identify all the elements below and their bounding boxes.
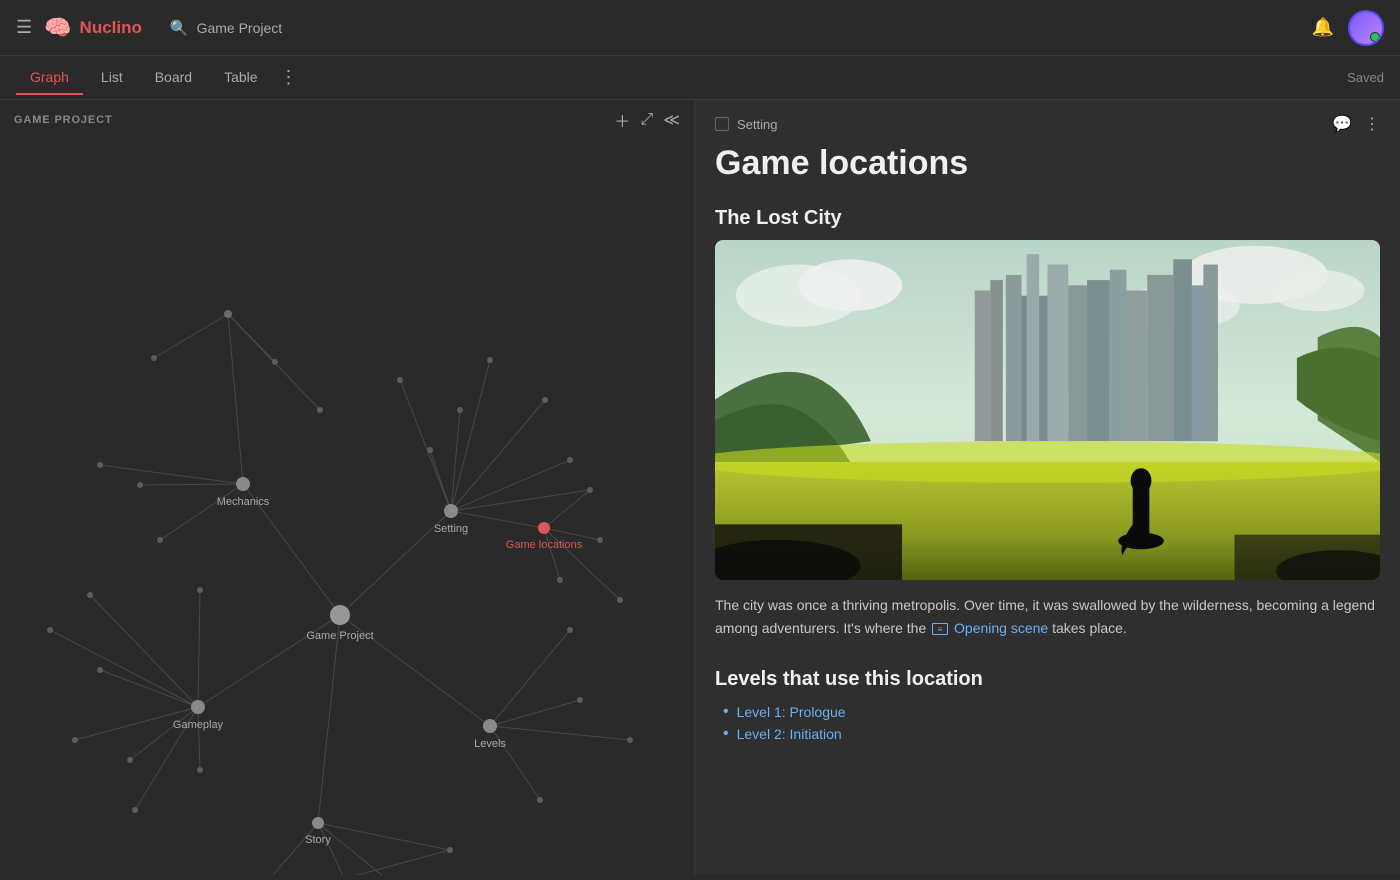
graph-node[interactable]: [132, 807, 138, 813]
svg-text:Game Project: Game Project: [306, 630, 373, 642]
more-options-icon[interactable]: ⋮: [1364, 114, 1380, 134]
tab-graph[interactable]: Graph: [16, 61, 83, 95]
topbar: ☰ 🧠 Nuclino 🔍 Game Project 🔔: [0, 0, 1400, 56]
graph-node[interactable]: [617, 597, 623, 603]
svg-text:Setting: Setting: [434, 523, 468, 535]
graph-node[interactable]: [317, 407, 323, 413]
tab-list[interactable]: List: [87, 61, 137, 95]
setting-checkbox[interactable]: [715, 117, 729, 131]
menu-icon[interactable]: ☰: [16, 17, 32, 38]
graph-actions: ＋ ⤢ ≪: [614, 108, 680, 132]
graph-node[interactable]: [137, 482, 143, 488]
svg-text:Mechanics: Mechanics: [217, 496, 270, 508]
graph-node[interactable]: [567, 457, 573, 463]
graph-node[interactable]: [87, 592, 93, 598]
opening-scene-link[interactable]: Opening scene: [954, 620, 1048, 636]
logo[interactable]: 🧠 Nuclino: [44, 15, 142, 41]
graph-node[interactable]: Game Project: [306, 605, 373, 642]
main-content: GAME PROJECT ＋ ⤢ ≪ Game Project Mechanics…: [0, 100, 1400, 875]
lost-city-image: [715, 240, 1380, 580]
tab-table[interactable]: Table: [210, 61, 271, 95]
graph-node[interactable]: [272, 359, 278, 365]
graph-node[interactable]: [197, 767, 203, 773]
graph-node[interactable]: Game locations: [506, 522, 583, 551]
search-icon: 🔍: [170, 19, 189, 37]
graph-node[interactable]: [97, 462, 103, 468]
graph-node[interactable]: [557, 577, 563, 583]
levels-list: Level 1: PrologueLevel 2: Initiation: [695, 701, 1400, 755]
graph-node[interactable]: [577, 697, 583, 703]
search-text: Game Project: [197, 20, 283, 36]
graph-node[interactable]: [487, 357, 493, 363]
graph-node[interactable]: [197, 587, 203, 593]
graph-node[interactable]: [127, 757, 133, 763]
graph-node[interactable]: [587, 487, 593, 493]
graph-node[interactable]: [151, 355, 157, 361]
section1-title: The Lost City: [695, 193, 1400, 240]
graph-canvas[interactable]: Game Project Mechanics Setting Game locatio…: [0, 140, 694, 875]
graph-svg: Game Project Mechanics Setting Game locatio…: [0, 140, 694, 875]
navtabs: Graph List Board Table ⋮ Saved: [0, 56, 1400, 100]
graph-project-label: GAME PROJECT: [14, 114, 113, 126]
graph-header: GAME PROJECT ＋ ⤢ ≪: [0, 100, 694, 140]
detail-panel: Setting 💬 ⋮ Game locations The Lost City: [695, 100, 1400, 875]
svg-text:Levels: Levels: [474, 738, 506, 750]
tab-board[interactable]: Board: [141, 61, 206, 95]
doc-link-icon: ≡: [932, 623, 948, 635]
graph-node[interactable]: [542, 397, 548, 403]
graph-node[interactable]: [447, 847, 453, 853]
detail-header: Setting 💬 ⋮: [695, 100, 1400, 144]
graph-node[interactable]: [627, 737, 633, 743]
app-name: Nuclino: [80, 18, 142, 38]
svg-text:Game locations: Game locations: [506, 539, 583, 551]
graph-node[interactable]: [157, 537, 163, 543]
list-item[interactable]: Level 2: Initiation: [723, 723, 1380, 745]
graph-node[interactable]: [47, 627, 53, 633]
graph-node[interactable]: [457, 407, 463, 413]
page-title: Game locations: [695, 144, 1400, 193]
svg-text:Story: Story: [305, 834, 331, 846]
add-node-button[interactable]: ＋: [614, 108, 630, 132]
avatar[interactable]: [1348, 10, 1384, 46]
detail-body-text: The city was once a thriving metropolis.…: [695, 594, 1400, 654]
graph-node[interactable]: [224, 310, 232, 318]
detail-header-actions: 💬 ⋮: [1332, 114, 1380, 134]
topbar-right: 🔔: [1312, 10, 1384, 46]
list-item[interactable]: Level 1: Prologue: [723, 701, 1380, 723]
notification-icon[interactable]: 🔔: [1312, 17, 1334, 38]
setting-label: Setting: [737, 117, 777, 132]
graph-node[interactable]: [597, 537, 603, 543]
graph-node[interactable]: [97, 667, 103, 673]
graph-node[interactable]: Story: [305, 817, 331, 846]
graph-node[interactable]: [397, 377, 403, 383]
section2-title: Levels that use this location: [695, 654, 1400, 701]
expand-graph-button[interactable]: ⤢: [640, 111, 653, 129]
graph-node[interactable]: [537, 797, 543, 803]
lost-city-svg: [715, 240, 1380, 580]
graph-node[interactable]: Setting: [434, 504, 468, 535]
saved-label: Saved: [1347, 70, 1384, 85]
more-tabs-icon[interactable]: ⋮: [280, 67, 298, 88]
brain-icon: 🧠: [44, 15, 71, 41]
checkbox-row: Setting: [715, 117, 777, 132]
svg-text:Gameplay: Gameplay: [173, 719, 224, 731]
graph-node[interactable]: Levels: [474, 719, 506, 750]
comment-icon[interactable]: 💬: [1332, 114, 1352, 134]
graph-node[interactable]: [72, 737, 78, 743]
graph-node[interactable]: [427, 447, 433, 453]
search-bar[interactable]: 🔍 Game Project: [170, 19, 282, 37]
collapse-panel-button[interactable]: ≪: [663, 110, 680, 130]
graph-node[interactable]: [567, 627, 573, 633]
graph-panel: GAME PROJECT ＋ ⤢ ≪ Game Project Mechanics…: [0, 100, 695, 875]
